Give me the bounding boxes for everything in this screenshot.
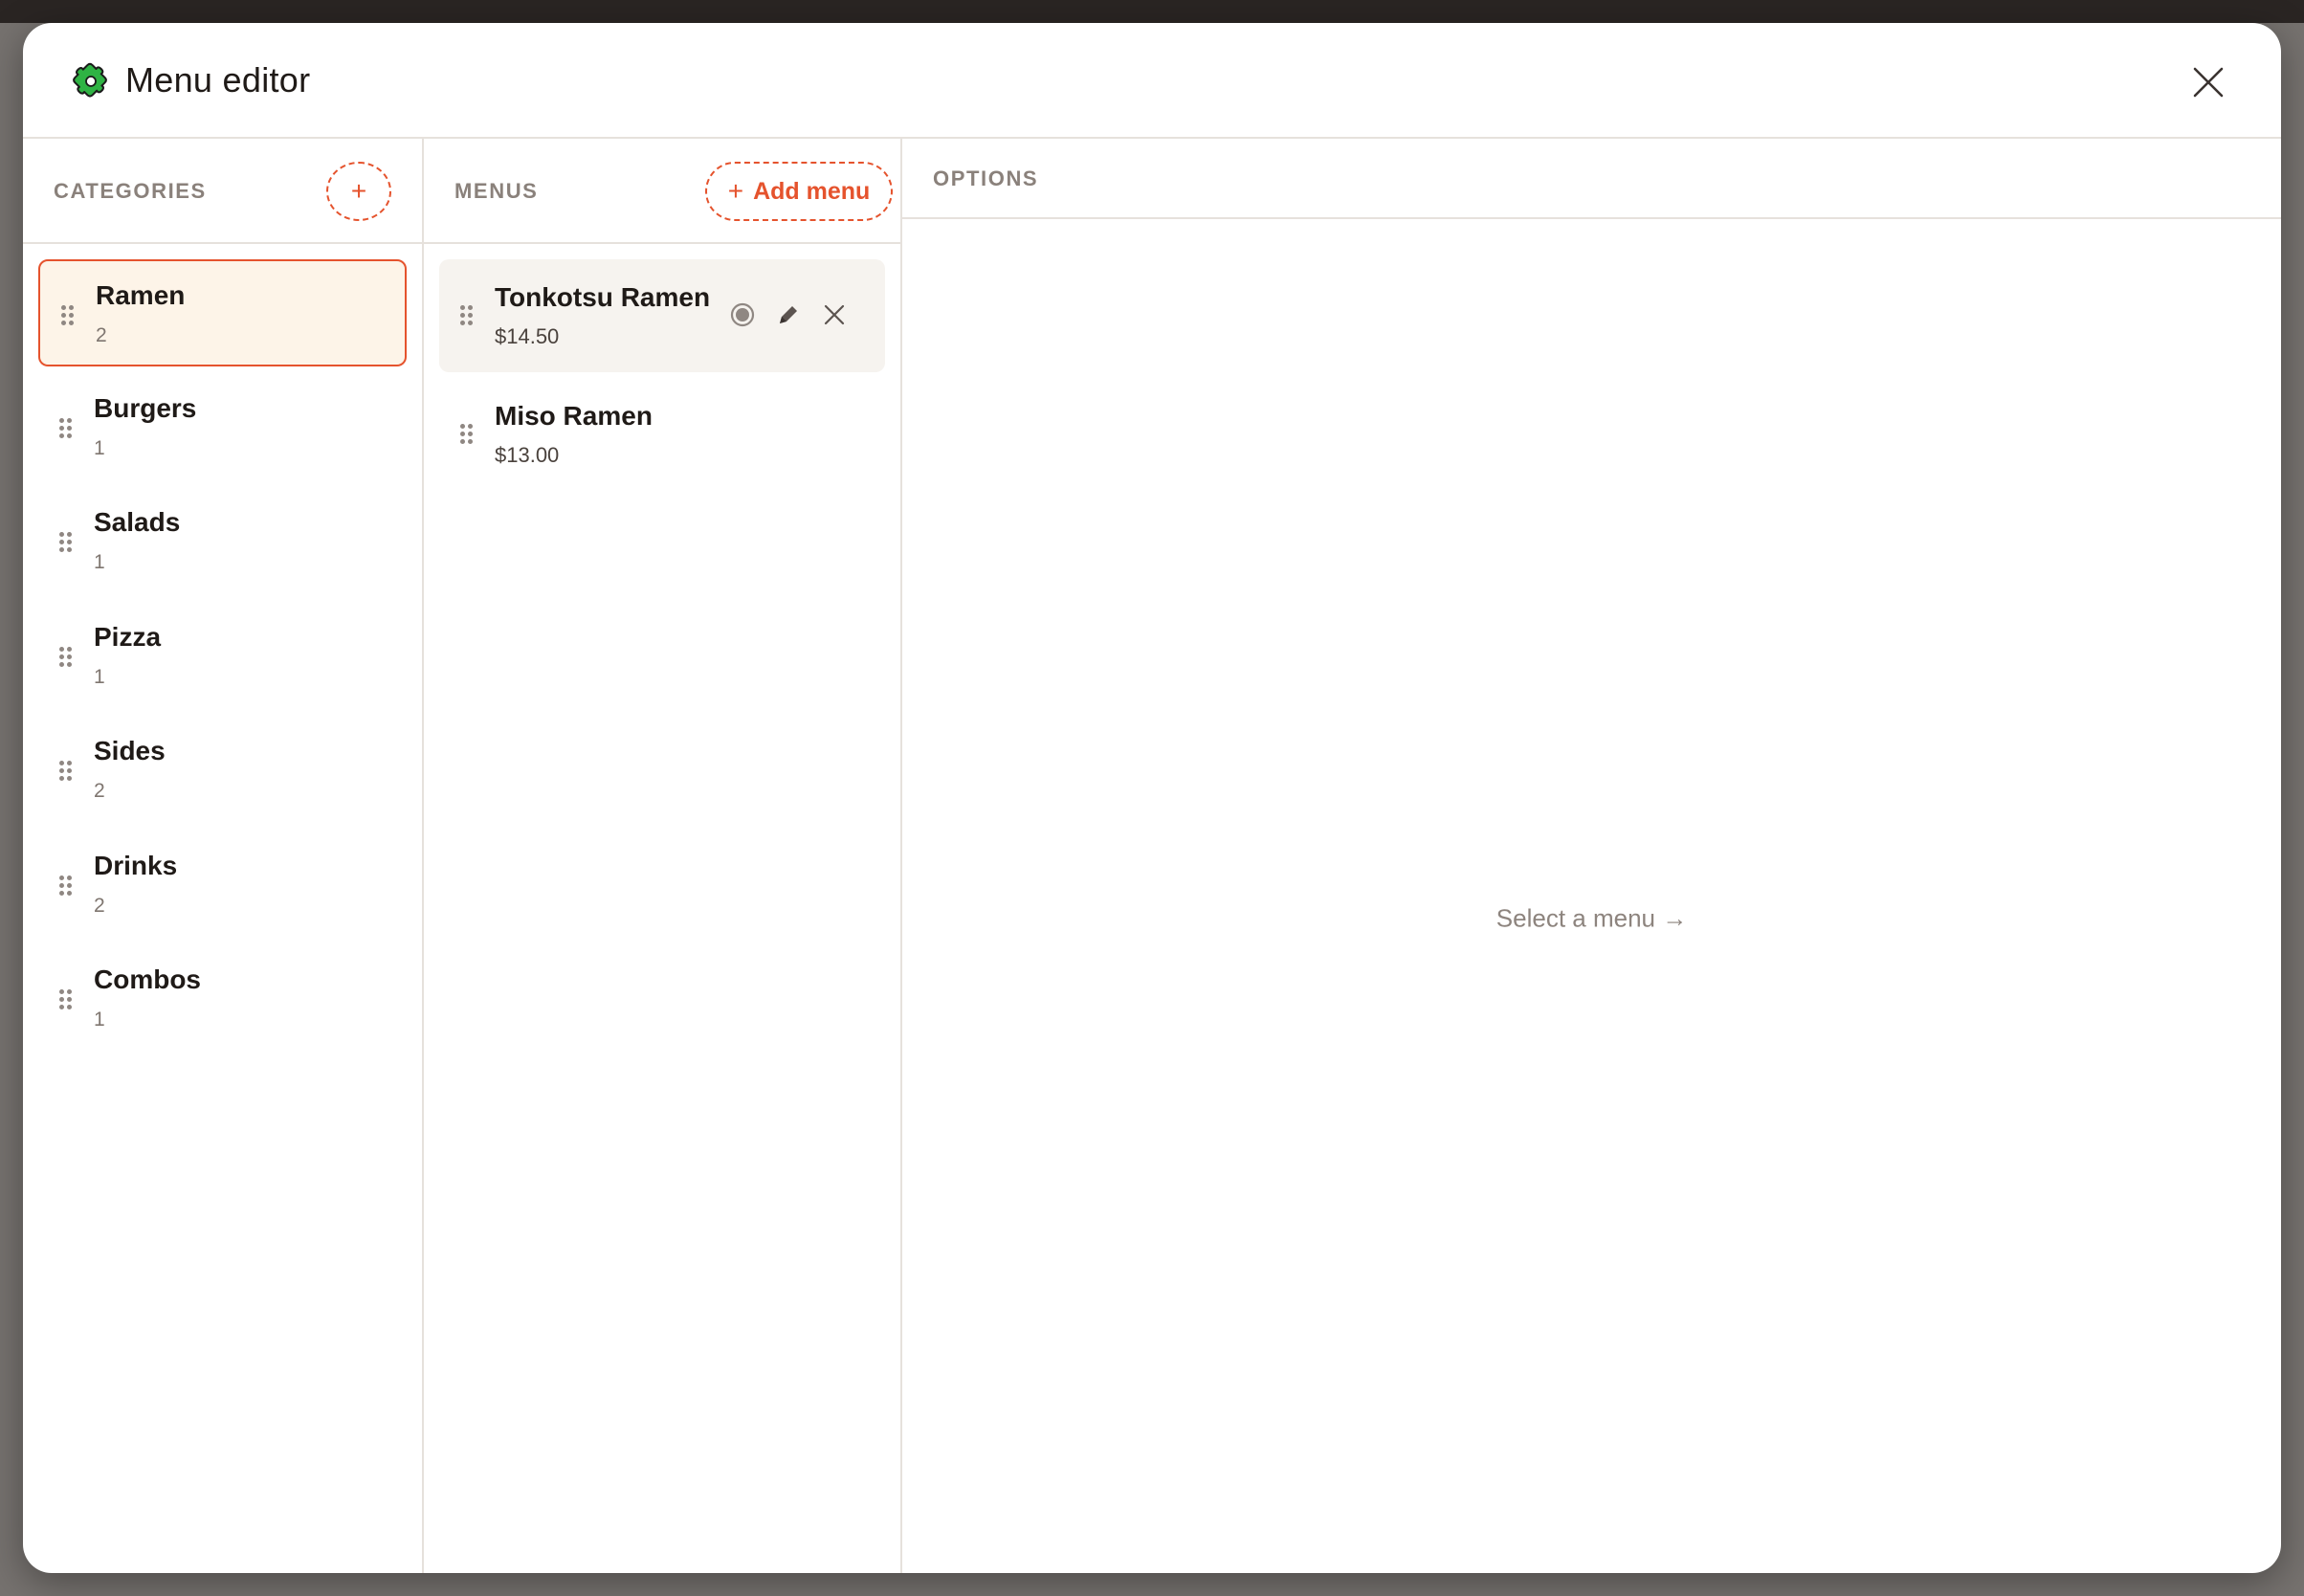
drag-handle-icon[interactable] [59, 647, 73, 668]
menu-editor-modal: Menu editor CATEGORIES + Ramen 2 Burgers… [23, 23, 2281, 1573]
drag-handle-icon[interactable] [59, 532, 73, 553]
toggle-icon [730, 302, 755, 327]
menu-name: Miso Ramen [495, 401, 653, 431]
edit-menu-button[interactable] [772, 299, 805, 331]
menu-item-miso-ramen[interactable]: Miso Ramen $13.00 [439, 378, 885, 491]
menu-price: $14.50 [495, 324, 560, 348]
category-name: Drinks [94, 851, 178, 880]
close-icon [2193, 67, 2224, 98]
modal-title: Menu editor [125, 60, 311, 100]
add-menu-label: Add menu [753, 177, 871, 205]
drag-handle-icon[interactable] [59, 418, 73, 439]
add-category-button[interactable]: + [326, 162, 391, 221]
category-count: 1 [94, 437, 105, 459]
category-item-pizza[interactable]: Pizza 1 [38, 603, 407, 710]
category-count: 1 [94, 666, 105, 688]
category-count: 1 [94, 551, 105, 573]
menu-name: Tonkotsu Ramen [495, 282, 711, 312]
options-header: OPTIONS [902, 139, 2281, 219]
drag-handle-icon[interactable] [59, 989, 73, 1010]
pencil-icon [780, 306, 797, 323]
category-item-ramen[interactable]: Ramen 2 [38, 259, 407, 366]
category-name: Burgers [94, 393, 197, 423]
category-item-burgers[interactable]: Burgers 1 [38, 374, 407, 481]
delete-menu-button[interactable] [818, 299, 851, 331]
category-count: 2 [94, 895, 105, 917]
category-count: 1 [94, 1009, 105, 1031]
category-name: Pizza [94, 622, 162, 652]
add-menu-button[interactable]: + Add menu [705, 162, 893, 221]
category-name: Ramen [96, 280, 186, 310]
category-count: 2 [96, 324, 107, 346]
options-title: OPTIONS [933, 166, 1039, 190]
category-item-drinks[interactable]: Drinks 2 [38, 831, 407, 939]
drag-handle-icon[interactable] [460, 305, 474, 326]
menus-header: MENUS + Add menu [424, 139, 900, 244]
select-menu-placeholder: Select a menu → [1495, 903, 1688, 933]
close-modal-button[interactable] [2185, 59, 2231, 105]
menus-title: MENUS [454, 179, 539, 203]
menus-panel: MENUS + Add menu Tonkotsu Ramen $14.50 M… [424, 139, 902, 1573]
plus-icon: + [727, 176, 744, 206]
background-top-nav [0, 0, 2304, 23]
category-item-sides[interactable]: Sides 2 [38, 717, 407, 824]
menu-item-tonkotsu-ramen[interactable]: Tonkotsu Ramen $14.50 [439, 259, 885, 372]
category-count: 2 [94, 780, 105, 802]
drag-handle-icon[interactable] [59, 761, 73, 782]
close-icon [824, 304, 845, 325]
drag-handle-icon[interactable] [61, 305, 75, 326]
categories-header: CATEGORIES + [23, 139, 422, 244]
category-name: Combos [94, 964, 201, 994]
category-name: Salads [94, 507, 181, 537]
menu-price: $13.00 [495, 443, 560, 467]
category-item-combos[interactable]: Combos 1 [38, 945, 407, 1053]
options-panel: OPTIONS Select a menu → [902, 139, 2281, 1573]
categories-title: CATEGORIES [54, 179, 207, 203]
toggle-availability-button[interactable] [726, 299, 759, 331]
categories-panel: CATEGORIES + Ramen 2 Burgers 1 Salads 1 … [23, 139, 424, 1573]
drag-handle-icon[interactable] [460, 424, 474, 445]
modal-header: Menu editor [23, 23, 2281, 139]
puzzle-icon [73, 62, 107, 98]
category-name: Sides [94, 736, 166, 765]
category-item-salads[interactable]: Salads 1 [38, 488, 407, 595]
drag-handle-icon[interactable] [59, 876, 73, 897]
